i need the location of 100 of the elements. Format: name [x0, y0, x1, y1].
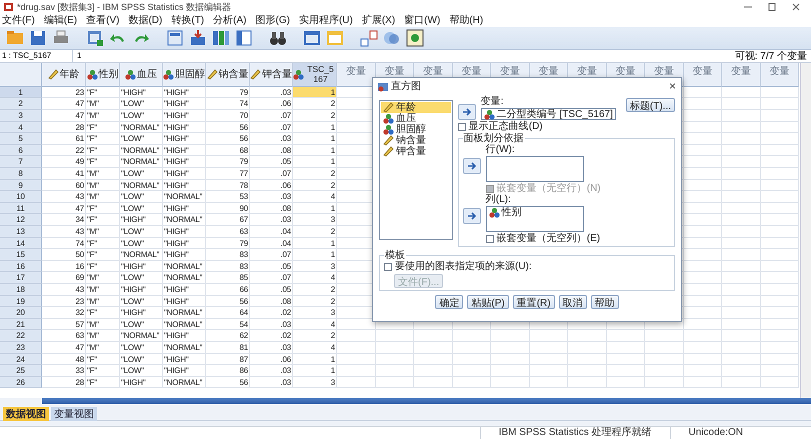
empty-cell[interactable] [684, 307, 722, 319]
empty-cell[interactable] [684, 296, 722, 308]
list-item[interactable]: 胆固醇 [381, 124, 451, 135]
empty-cell[interactable] [760, 330, 799, 342]
empty-cell[interactable] [645, 376, 684, 388]
row-number[interactable]: 21 [0, 318, 42, 330]
empty-cell[interactable] [760, 354, 799, 366]
table-cell[interactable]: 2 [293, 98, 337, 110]
grid-icon[interactable] [303, 28, 321, 47]
table-cell[interactable]: "NORMAL" [163, 272, 206, 284]
empty-cell[interactable] [376, 365, 414, 377]
table-cell[interactable]: .03 [250, 133, 293, 145]
empty-cell[interactable] [414, 342, 452, 354]
table-cell[interactable]: 79 [206, 238, 250, 250]
table-icon[interactable] [166, 28, 184, 47]
columns-icon[interactable] [212, 28, 230, 47]
variable-list[interactable]: 年龄 血压 胆固醇 钠含量 钾含量 [379, 100, 453, 240]
table-cell[interactable]: 41 [42, 168, 86, 180]
row-number[interactable]: 15 [0, 249, 42, 261]
table-cell[interactable]: .02 [250, 307, 293, 319]
close-icon[interactable] [791, 2, 801, 12]
empty-cell[interactable] [722, 318, 760, 330]
empty-cell[interactable] [491, 330, 530, 342]
table-cell[interactable]: "M" [86, 330, 120, 342]
empty-cell[interactable] [684, 354, 722, 366]
table-cell[interactable]: "NORMAL" [120, 330, 163, 342]
table-cell[interactable]: "LOW" [120, 238, 163, 250]
table-cell[interactable]: "HIGH" [163, 296, 206, 308]
table-cell[interactable]: "HIGH" [163, 284, 206, 296]
table-cell[interactable]: "M" [86, 180, 120, 192]
table-cell[interactable]: "HIGH" [163, 365, 206, 377]
column-header[interactable]: 性别 [86, 62, 120, 87]
empty-cell[interactable] [645, 330, 684, 342]
table-cell[interactable]: "M" [86, 342, 120, 354]
row-number[interactable]: 24 [0, 354, 42, 366]
empty-cell[interactable] [684, 168, 722, 180]
empty-cell[interactable] [722, 249, 760, 261]
table-cell[interactable]: "F" [86, 202, 120, 214]
empty-cell[interactable] [530, 365, 568, 377]
empty-cell[interactable] [491, 376, 530, 388]
table-cell[interactable]: 56 [206, 376, 250, 388]
empty-cell[interactable] [722, 272, 760, 284]
table-cell[interactable]: 87 [206, 354, 250, 366]
row-number[interactable]: 25 [0, 365, 42, 377]
table-cell[interactable]: 62 [206, 330, 250, 342]
empty-cell[interactable] [760, 272, 799, 284]
menu-item[interactable]: 窗口(W) [404, 14, 440, 27]
table-cell[interactable]: 85 [206, 272, 250, 284]
empty-cell[interactable] [684, 191, 722, 203]
empty-cell[interactable] [376, 354, 414, 366]
empty-cell[interactable] [684, 284, 722, 296]
empty-cell[interactable] [684, 260, 722, 272]
table-cell[interactable]: "LOW" [120, 226, 163, 238]
table-cell[interactable]: "HIGH" [163, 86, 206, 98]
selected-cell[interactable]: 1 [293, 86, 337, 98]
table-cell[interactable]: .08 [250, 296, 293, 308]
table-cell[interactable]: .03 [250, 191, 293, 203]
empty-cell[interactable] [414, 376, 452, 388]
table-cell[interactable]: .05 [250, 284, 293, 296]
table-cell[interactable]: .08 [250, 144, 293, 156]
table-cell[interactable]: 47 [42, 342, 86, 354]
empty-cell[interactable] [684, 180, 722, 192]
grid-icon[interactable] [326, 28, 344, 47]
table-cell[interactable]: 66 [206, 284, 250, 296]
empty-cell[interactable] [760, 202, 799, 214]
table-cell[interactable]: "M" [86, 110, 120, 122]
table-cell[interactable]: 68 [206, 144, 250, 156]
table-cell[interactable]: 34 [42, 214, 86, 226]
empty-cell[interactable] [722, 260, 760, 272]
dialog-button[interactable]: 取消 [558, 295, 587, 309]
table-cell[interactable]: "M" [86, 272, 120, 284]
empty-cell[interactable] [568, 354, 606, 366]
row-number[interactable]: 16 [0, 260, 42, 272]
table-cell[interactable]: 43 [42, 226, 86, 238]
table-cell[interactable]: 4 [293, 318, 337, 330]
empty-cell[interactable] [760, 168, 799, 180]
table-cell[interactable]: "F" [86, 144, 120, 156]
column-header[interactable]: TSC_5167 [293, 62, 337, 87]
table-cell[interactable]: 4 [293, 272, 337, 284]
table-cell[interactable]: "NORMAL" [120, 180, 163, 192]
table-cell[interactable]: "M" [86, 98, 120, 110]
table-icon[interactable] [235, 28, 253, 47]
menu-item[interactable]: 实用程序(U) [298, 14, 353, 27]
table-cell[interactable]: "HIGH" [163, 98, 206, 110]
empty-cell[interactable] [760, 249, 799, 261]
table-cell[interactable]: 77 [206, 168, 250, 180]
empty-cell[interactable] [684, 214, 722, 226]
empty-cell[interactable] [337, 354, 376, 366]
empty-cell[interactable] [414, 354, 452, 366]
table-cell[interactable]: "F" [86, 214, 120, 226]
table-cell[interactable]: 78 [206, 180, 250, 192]
table-cell[interactable]: 33 [42, 365, 86, 377]
table-cell[interactable]: "F" [86, 249, 120, 261]
table-cell[interactable]: 2 [293, 284, 337, 296]
table-cell[interactable]: 70 [206, 110, 250, 122]
empty-cell[interactable] [606, 365, 645, 377]
empty-cell[interactable] [606, 376, 645, 388]
table-cell[interactable]: "F" [86, 354, 120, 366]
table-cell[interactable]: "HIGH" [120, 284, 163, 296]
table-cell[interactable]: .04 [250, 238, 293, 250]
